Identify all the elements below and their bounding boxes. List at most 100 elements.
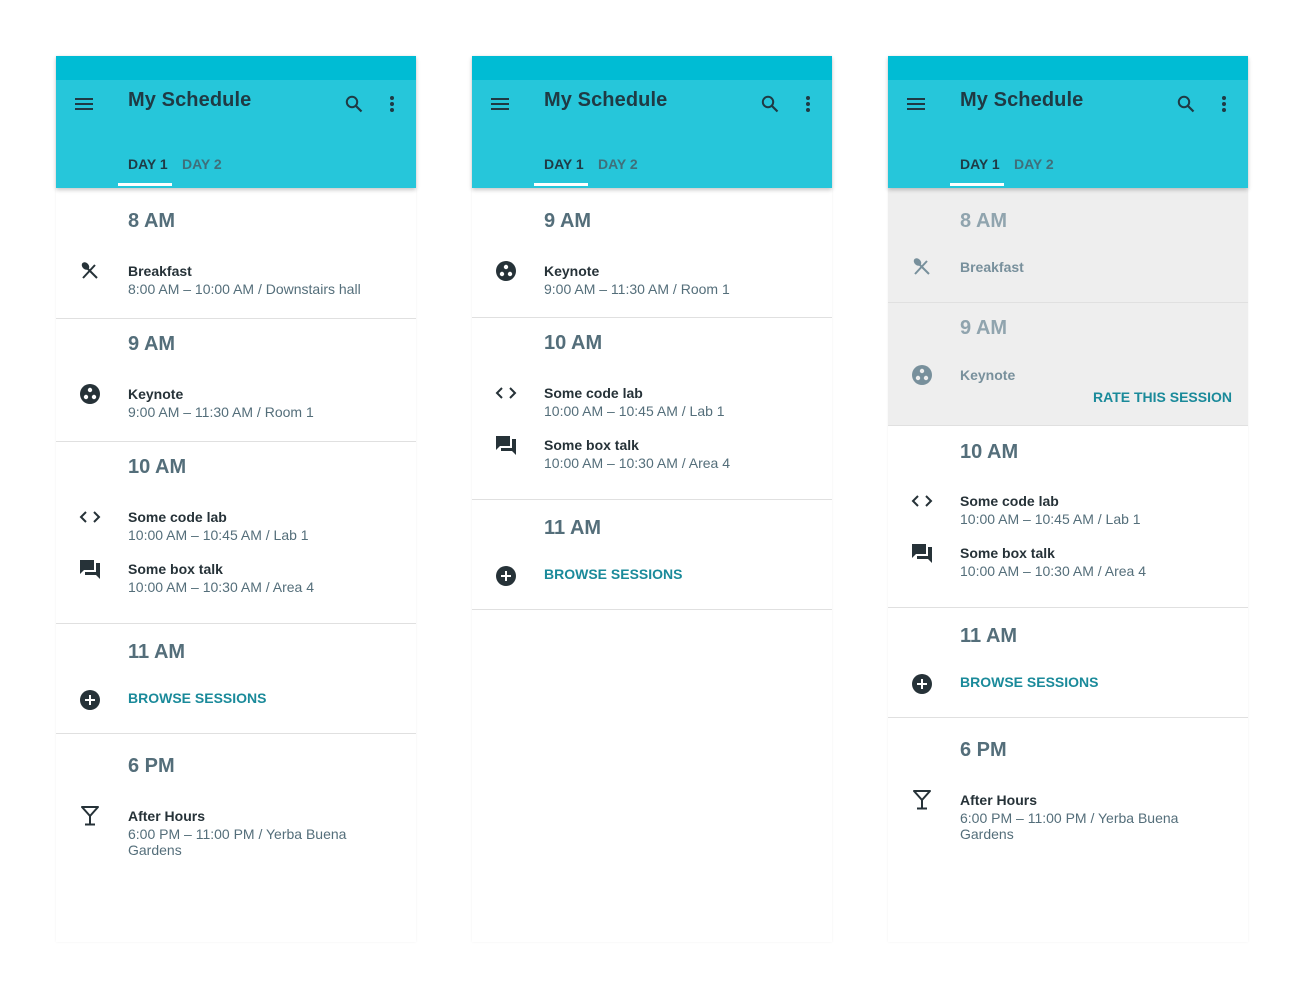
cocktail-icon bbox=[78, 804, 102, 828]
session-title: Keynote bbox=[128, 386, 184, 402]
tab-day-2[interactable]: DAY 2 bbox=[182, 156, 222, 172]
schedule-screen-day1-past: My Schedule DAY 1 DAY 2 8 AM Breakfast 9… bbox=[888, 56, 1248, 942]
time-block: 10 AM Some code lab 10:00 AM – 10:45 AM … bbox=[888, 426, 1248, 608]
session-title: Some code lab bbox=[544, 385, 643, 401]
menu-icon[interactable] bbox=[904, 92, 928, 116]
forum-icon bbox=[78, 557, 102, 581]
add-circle-icon[interactable] bbox=[910, 672, 934, 696]
tab-indicator bbox=[534, 183, 588, 186]
schedule-list: 8 AM Breakfast 9 AM Keynote RATE THIS SE… bbox=[888, 188, 1248, 918]
session-title: Breakfast bbox=[960, 259, 1024, 275]
schedule-screen-day1-full: My Schedule DAY 1 DAY 2 8 AM Breakfast 8… bbox=[56, 56, 416, 942]
session-details: 10:00 AM – 10:45 AM / Lab 1 bbox=[960, 511, 1141, 527]
session-title: Keynote bbox=[960, 367, 1016, 383]
session-title: After Hours bbox=[960, 792, 1038, 808]
time-block-past: 8 AM Breakfast bbox=[888, 188, 1248, 303]
time-header: 6 PM bbox=[960, 739, 1007, 761]
add-circle-icon[interactable] bbox=[494, 564, 518, 588]
time-block: 9 AM Keynote 9:00 AM – 11:30 AM / Room 1 bbox=[56, 319, 416, 442]
session-title: Some box talk bbox=[128, 561, 223, 577]
browse-sessions-link[interactable]: BROWSE SESSIONS bbox=[128, 690, 266, 706]
session-title: After Hours bbox=[128, 808, 206, 824]
code-icon bbox=[494, 381, 518, 405]
session-details: 6:00 PM – 11:00 PM / Yerba Buena Gardens bbox=[128, 826, 347, 858]
time-header: 8 AM bbox=[128, 210, 176, 232]
tab-indicator bbox=[950, 183, 1004, 186]
more-vert-icon[interactable] bbox=[1212, 92, 1236, 116]
schedule-list: 8 AM Breakfast 8:00 AM – 10:00 AM / Down… bbox=[56, 188, 416, 934]
menu-icon[interactable] bbox=[488, 92, 512, 116]
time-block: 9 AM Keynote 9:00 AM – 11:30 AM / Room 1 bbox=[472, 188, 832, 318]
session-title: Some code lab bbox=[960, 493, 1059, 509]
schedule-list: 9 AM Keynote 9:00 AM – 11:30 AM / Room 1… bbox=[472, 188, 832, 610]
schedule-screen-day1-short: My Schedule DAY 1 DAY 2 9 AM Keynote 9:0… bbox=[472, 56, 832, 942]
status-bar bbox=[472, 56, 832, 80]
session-details: 10:00 AM – 10:30 AM / Area 4 bbox=[960, 563, 1147, 579]
code-icon bbox=[910, 489, 934, 513]
page-title: My Schedule bbox=[960, 89, 1084, 111]
session-details: 6:00 PM – 11:00 PM / Yerba Buena Gardens bbox=[960, 810, 1179, 842]
tab-indicator bbox=[118, 183, 172, 186]
time-header: 11 AM bbox=[128, 641, 186, 663]
time-header: 10 AM bbox=[544, 332, 603, 354]
time-header: 11 AM bbox=[960, 625, 1018, 647]
time-block: 11 AM BROWSE SESSIONS bbox=[888, 608, 1248, 718]
browse-sessions-link[interactable]: BROWSE SESSIONS bbox=[960, 674, 1098, 690]
code-icon bbox=[78, 505, 102, 529]
session-title: Breakfast bbox=[128, 263, 192, 279]
tab-day-1[interactable]: DAY 1 bbox=[960, 156, 1000, 172]
session-details: 9:00 AM – 11:30 AM / Room 1 bbox=[544, 281, 730, 297]
more-vert-icon[interactable] bbox=[380, 92, 404, 116]
status-bar bbox=[56, 56, 416, 80]
session-details: 10:00 AM – 10:45 AM / Lab 1 bbox=[544, 403, 725, 419]
time-header: 9 AM bbox=[960, 317, 1008, 339]
more-vert-icon[interactable] bbox=[796, 92, 820, 116]
forum-icon bbox=[910, 541, 934, 565]
session-title: Keynote bbox=[544, 263, 600, 279]
time-block: 10 AM Some code lab 10:00 AM – 10:45 AM … bbox=[56, 442, 416, 624]
restaurant-icon bbox=[78, 259, 102, 283]
keynote-icon bbox=[910, 363, 934, 387]
session-details: 8:00 AM – 10:00 AM / Downstairs hall bbox=[128, 281, 361, 297]
add-circle-icon[interactable] bbox=[78, 688, 102, 712]
cocktail-icon bbox=[910, 788, 934, 812]
time-header: 8 AM bbox=[960, 210, 1008, 232]
page-title: My Schedule bbox=[544, 89, 668, 111]
session-title: Some code lab bbox=[128, 509, 227, 525]
status-bar bbox=[888, 56, 1248, 80]
search-icon[interactable] bbox=[1174, 92, 1198, 116]
tab-day-2[interactable]: DAY 2 bbox=[1014, 156, 1054, 172]
time-block: 11 AM BROWSE SESSIONS bbox=[56, 624, 416, 734]
time-block: 6 PM After Hours 6:00 PM – 11:00 PM / Ye… bbox=[888, 718, 1248, 918]
page-title: My Schedule bbox=[128, 89, 252, 111]
search-icon[interactable] bbox=[342, 92, 366, 116]
app-bar: My Schedule DAY 1 DAY 2 bbox=[888, 56, 1248, 188]
time-block-past: 9 AM Keynote RATE THIS SESSION bbox=[888, 303, 1248, 426]
session-details: 10:00 AM – 10:30 AM / Area 4 bbox=[128, 579, 315, 595]
time-block: 10 AM Some code lab 10:00 AM – 10:45 AM … bbox=[472, 318, 832, 500]
time-block: 8 AM Breakfast 8:00 AM – 10:00 AM / Down… bbox=[56, 188, 416, 319]
restaurant-icon bbox=[910, 255, 934, 279]
keynote-icon bbox=[78, 382, 102, 406]
tab-day-2[interactable]: DAY 2 bbox=[598, 156, 638, 172]
menu-icon[interactable] bbox=[72, 92, 96, 116]
session-details: 9:00 AM – 11:30 AM / Room 1 bbox=[128, 404, 314, 420]
session-details: 10:00 AM – 10:45 AM / Lab 1 bbox=[128, 527, 309, 543]
app-bar: My Schedule DAY 1 DAY 2 bbox=[472, 56, 832, 188]
rate-session-button[interactable]: RATE THIS SESSION bbox=[1093, 389, 1232, 405]
tab-day-1[interactable]: DAY 1 bbox=[544, 156, 584, 172]
session-title: Some box talk bbox=[960, 545, 1055, 561]
keynote-icon bbox=[494, 259, 518, 283]
search-icon[interactable] bbox=[758, 92, 782, 116]
browse-sessions-link[interactable]: BROWSE SESSIONS bbox=[544, 566, 682, 582]
forum-icon bbox=[494, 433, 518, 457]
time-header: 9 AM bbox=[128, 333, 176, 355]
time-header: 6 PM bbox=[128, 755, 175, 777]
session-title: Some box talk bbox=[544, 437, 639, 453]
session-details: 10:00 AM – 10:30 AM / Area 4 bbox=[544, 455, 731, 471]
time-header: 10 AM bbox=[128, 456, 187, 478]
time-block: 6 PM After Hours 6:00 PM – 11:00 PM / Ye… bbox=[56, 734, 416, 934]
tab-day-1[interactable]: DAY 1 bbox=[128, 156, 168, 172]
app-bar: My Schedule DAY 1 DAY 2 bbox=[56, 56, 416, 188]
time-block: 11 AM BROWSE SESSIONS bbox=[472, 500, 832, 610]
